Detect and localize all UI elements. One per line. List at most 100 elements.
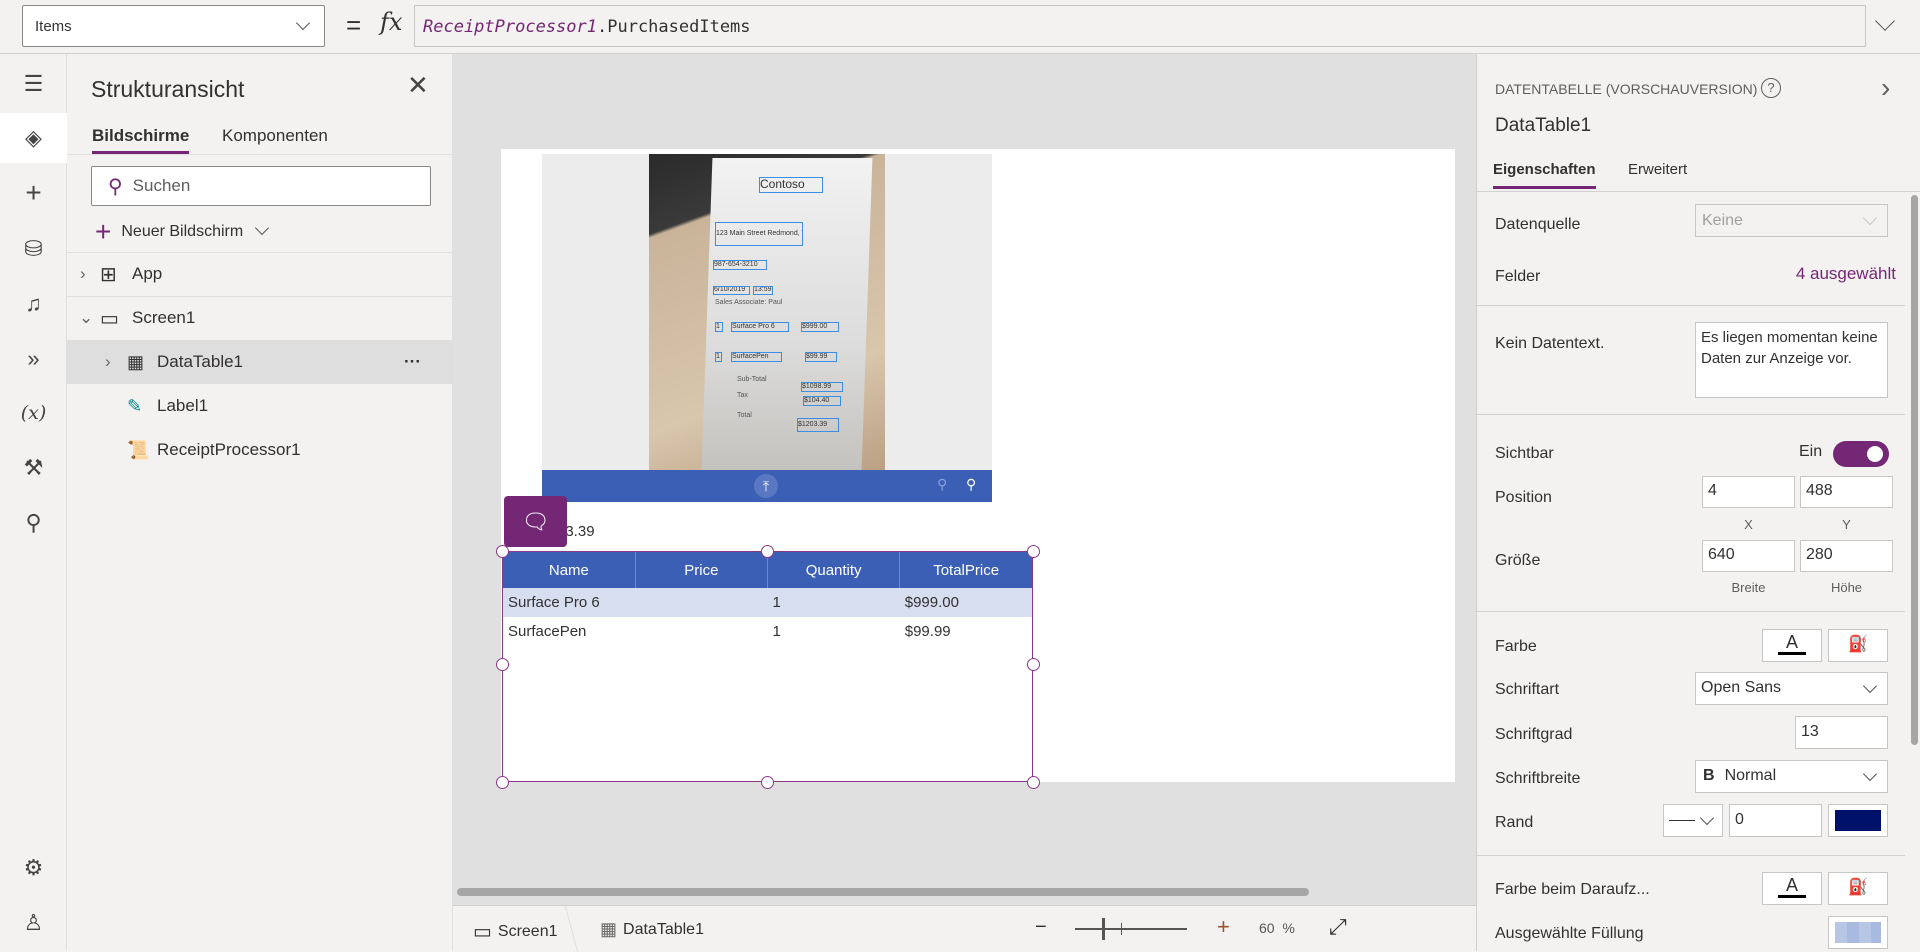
vertical-scrollbar[interactable] [1911, 195, 1918, 745]
tree-item-receiptprocessor1[interactable]: 📜 ReceiptProcessor1 [67, 428, 453, 472]
tree-item-label: ReceiptProcessor1 [157, 440, 301, 459]
position-x-input[interactable]: 4 [1702, 476, 1795, 508]
border-thickness-input[interactable]: 0 [1729, 804, 1822, 837]
horizontal-scrollbar[interactable] [457, 888, 1309, 896]
chevron-right-icon[interactable]: › [80, 264, 100, 284]
zoom-slider[interactable] [1075, 928, 1187, 930]
variables-icon[interactable]: (x) [0, 388, 67, 438]
visible-toggle[interactable] [1833, 441, 1889, 467]
ocr-box: $1203.39 [797, 418, 839, 432]
chevron-right-icon[interactable]: › [105, 352, 127, 372]
add-comment-button[interactable]: 🗨 [504, 496, 567, 547]
insert-plus-icon[interactable]: + [0, 168, 67, 218]
new-screen-button[interactable]: + Neuer Bildschirm [95, 216, 270, 248]
close-icon[interactable]: ✕ [407, 70, 429, 101]
data-cylinder-icon[interactable]: ⛁ [0, 224, 67, 274]
property-dropdown[interactable]: Items [22, 5, 325, 47]
border-color-button[interactable] [1828, 804, 1888, 837]
zoom-in-button[interactable]: + [1217, 914, 1230, 940]
resize-handle[interactable] [496, 658, 509, 671]
chevron-down-icon[interactable]: ⌄ [79, 308, 100, 328]
collapse-panel-chevron-icon[interactable]: › [1881, 72, 1890, 104]
fill-color-button[interactable]: ⛽ [1828, 629, 1888, 662]
resize-handle[interactable] [1027, 545, 1040, 558]
zoom-out-button[interactable]: − [1035, 916, 1047, 939]
column-header[interactable]: TotalPrice [900, 552, 1032, 588]
app-screen[interactable]: Contoso 123 Main Street Redmond, WA 98052… [496, 149, 1455, 789]
tab-erweitert[interactable]: Erweitert [1628, 161, 1687, 178]
expand-formula-icon[interactable] [1875, 11, 1895, 31]
text-color-button[interactable]: A [1762, 629, 1822, 662]
media-icon[interactable]: ♫ [0, 279, 67, 329]
datasource-dropdown[interactable]: Keine [1695, 204, 1888, 237]
resize-handle[interactable] [496, 776, 509, 789]
control-name[interactable]: DataTable1 [1495, 115, 1591, 137]
selected-fill-button[interactable] [1828, 916, 1888, 949]
help-icon[interactable]: ? [1761, 78, 1781, 98]
nodata-text-input[interactable]: Es liegen momentan keine Daten zur Anzei… [1695, 322, 1888, 398]
column-header[interactable]: Name [503, 552, 636, 588]
tab-bildschirme[interactable]: Bildschirme [92, 126, 190, 154]
border-style-dropdown[interactable] [1663, 804, 1723, 837]
resize-handle[interactable] [761, 776, 774, 789]
fit-to-window-icon[interactable]: ⤢ [1329, 914, 1347, 940]
resize-handle[interactable] [1027, 658, 1040, 671]
chevron-down-icon [1699, 810, 1715, 826]
zoom-out-icon[interactable]: ⚲ [937, 476, 947, 493]
resize-handle[interactable] [496, 545, 509, 558]
virtual-agent-icon[interactable]: ♙ [0, 898, 67, 948]
ocr-box: 13:59 [753, 286, 773, 295]
width-caption: Breite [1731, 580, 1766, 595]
more-options-icon[interactable]: ··· [404, 352, 421, 372]
tab-komponenten[interactable]: Komponenten [222, 126, 328, 146]
zoom-in-icon[interactable]: ⚲ [966, 476, 976, 493]
breadcrumb-screen1[interactable]: ▭ Screen1 [473, 919, 558, 944]
power-automate-icon[interactable]: » [0, 334, 67, 384]
tree-item-label1[interactable]: ✎ Label1 [67, 384, 453, 428]
label-edit-icon: ✎ [127, 395, 143, 416]
receipt-icon: 📜 [127, 439, 150, 460]
ocr-box: Contoso [759, 177, 823, 193]
table-row[interactable]: SurfacePen 1 $99.99 [503, 617, 1032, 646]
position-y-input[interactable]: 488 [1800, 476, 1893, 508]
search-input[interactable]: ⚲ Suchen [91, 166, 431, 206]
table-row[interactable]: Surface Pro 6 1 $999.00 [503, 588, 1032, 617]
hamburger-menu-icon[interactable]: ☰ [0, 59, 67, 109]
tree-view-panel: Strukturansicht ✕ Bildschirme Komponente… [67, 54, 453, 951]
search-icon[interactable]: ⚲ [0, 498, 67, 548]
table-icon: ▦ [600, 919, 618, 939]
tree-item-datatable1[interactable]: › ▦ DataTable1 ··· [67, 340, 453, 384]
font-dropdown[interactable]: Open Sans [1695, 672, 1888, 705]
line-style-icon [1669, 820, 1695, 821]
width-input[interactable]: 640 [1702, 540, 1795, 572]
fontweight-dropdown[interactable]: B Normal [1695, 760, 1888, 793]
tab-eigenschaften[interactable]: Eigenschaften [1493, 161, 1596, 189]
tree-view-layers-icon[interactable]: ◈ [0, 113, 67, 163]
breadcrumb-datatable1[interactable]: ▦ DataTable1 [600, 919, 704, 940]
fontsize-input[interactable]: 13 [1795, 716, 1888, 749]
column-header[interactable]: Price [635, 552, 769, 588]
properties-panel: DATENTABELLE (VORSCHAUVERSION) ? › DataT… [1476, 54, 1920, 951]
hover-fill-color-button[interactable]: ⛽ [1828, 872, 1888, 905]
formula-input[interactable]: ReceiptProcessor1.PurchasedItems [414, 5, 1866, 47]
ocr-box: $99.99 [805, 352, 837, 362]
advanced-tools-icon[interactable]: ⚒ [0, 443, 67, 493]
hover-text-color-button[interactable]: A [1762, 872, 1822, 905]
table-cell: 1 [772, 594, 781, 611]
resize-handle[interactable] [761, 545, 774, 558]
height-input[interactable]: 280 [1800, 540, 1893, 572]
fields-label: Felder [1495, 268, 1541, 285]
zoom-slider-thumb[interactable] [1101, 918, 1105, 940]
data-table[interactable]: Name Price Quantity TotalPrice Surface Pro … [502, 551, 1033, 782]
settings-gear-icon[interactable]: ⚙ [0, 843, 67, 893]
resize-handle[interactable] [1027, 776, 1040, 789]
tree-item-screen1[interactable]: ⌄ ▭ Screen1 [67, 296, 453, 340]
receipt-processor[interactable]: Contoso 123 Main Street Redmond, WA 98052… [542, 154, 992, 502]
datasource-value: Keine [1702, 212, 1743, 229]
fields-edit-link[interactable]: 4 ausgewählt [1796, 264, 1896, 284]
equals-sign: = [346, 10, 362, 40]
tree-item-app[interactable]: › ⊞ App [67, 252, 453, 296]
upload-icon[interactable]: ⤒ [754, 474, 778, 498]
column-header[interactable]: Quantity [767, 552, 901, 588]
ocr-box: $104.40 [803, 396, 841, 406]
